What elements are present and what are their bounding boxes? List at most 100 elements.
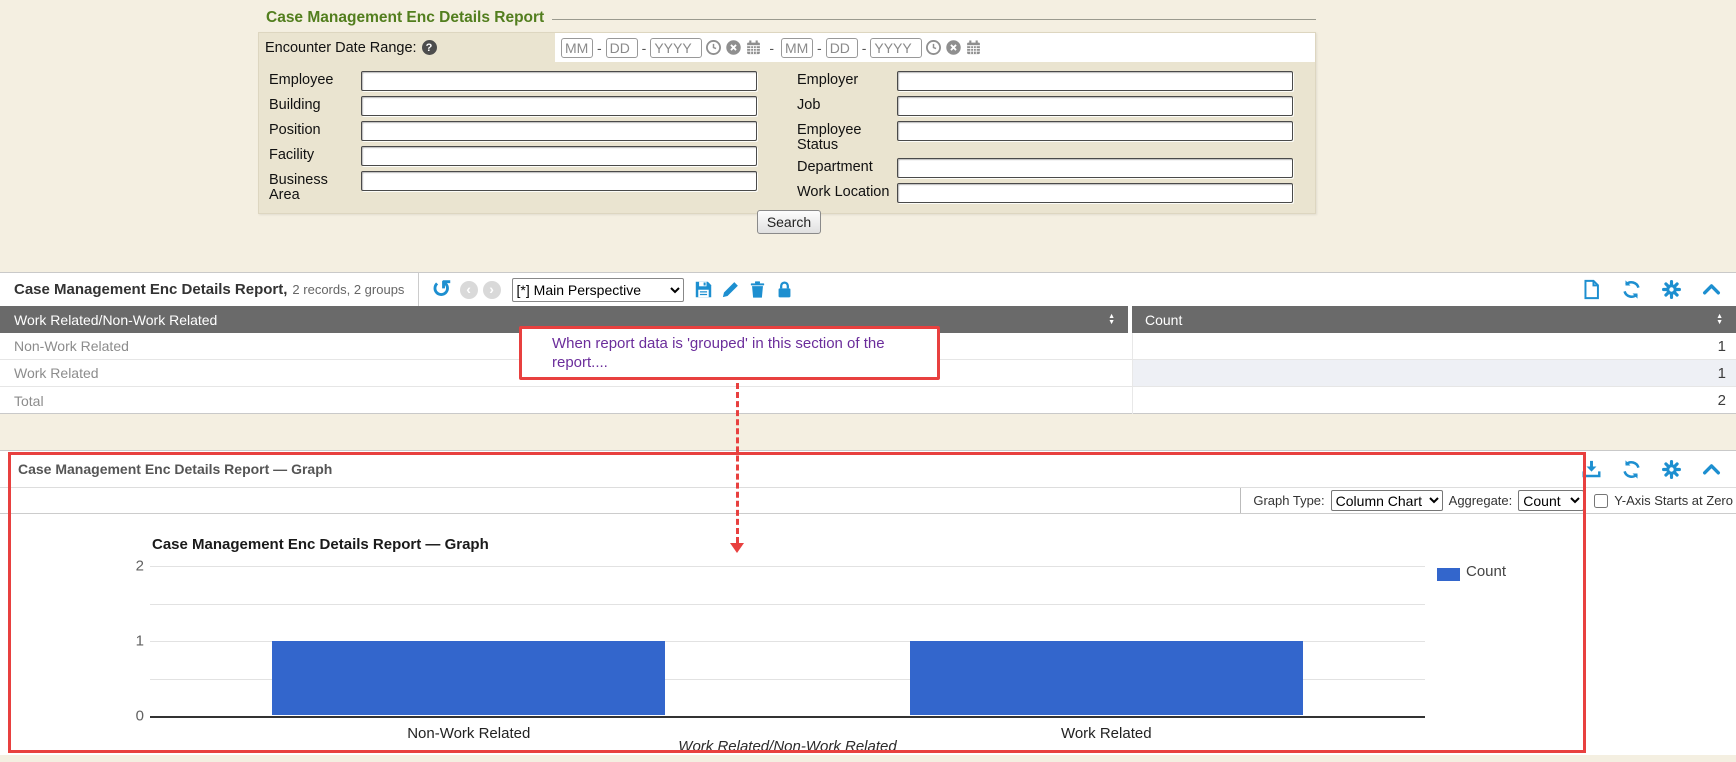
delete-icon[interactable] bbox=[748, 280, 767, 299]
employee-status-label: Employee Status bbox=[797, 121, 897, 153]
column-header-count-label: Count bbox=[1145, 312, 1182, 328]
annotation-arrowhead-icon bbox=[730, 543, 744, 553]
date-dash: - bbox=[596, 40, 603, 56]
column-header-count[interactable]: Count ▲▼ bbox=[1132, 306, 1736, 333]
sort-icon[interactable]: ▲▼ bbox=[1108, 314, 1115, 326]
collapse-chevron-icon[interactable] bbox=[1701, 279, 1722, 300]
date-inputs-zone: - - - - - bbox=[555, 33, 1315, 62]
sort-icon[interactable]: ▲▼ bbox=[1716, 314, 1723, 326]
end-clear-icon[interactable] bbox=[945, 39, 962, 56]
graph-controls-group: Graph Type: Column Chart Aggregate: Coun… bbox=[1240, 488, 1733, 513]
end-year-input[interactable] bbox=[870, 38, 922, 58]
record-summary: 2 records, 2 groups bbox=[292, 282, 404, 297]
chart-bar bbox=[272, 641, 665, 715]
end-time-icon[interactable] bbox=[925, 39, 942, 56]
graph-controls-bar: Graph Type: Column Chart Aggregate: Coun… bbox=[0, 488, 1736, 514]
row-label: Total bbox=[0, 387, 1128, 414]
form-title: Case Management Enc Details Report bbox=[266, 9, 544, 27]
edit-icon[interactable] bbox=[721, 280, 740, 299]
facility-input[interactable] bbox=[361, 146, 757, 166]
business-area-input[interactable] bbox=[361, 171, 757, 191]
chart-bar bbox=[910, 641, 1303, 715]
fields-area: Employee Building Position Facility Busi… bbox=[259, 62, 1315, 213]
date-dash: - bbox=[641, 40, 648, 56]
work-location-input[interactable] bbox=[897, 183, 1293, 203]
gridline bbox=[150, 604, 1425, 605]
y-axis-zero-checkbox[interactable] bbox=[1594, 494, 1608, 508]
end-month-input[interactable] bbox=[781, 38, 813, 58]
refresh-icon[interactable] bbox=[1621, 279, 1642, 300]
aggregate-select[interactable]: Count bbox=[1518, 490, 1584, 511]
prev-icon[interactable]: ‹ bbox=[460, 281, 478, 299]
department-input[interactable] bbox=[897, 158, 1293, 178]
toolbar-divider bbox=[418, 273, 419, 306]
legend-divider bbox=[552, 19, 1316, 20]
graph-type-label: Graph Type: bbox=[1253, 493, 1324, 508]
next-icon[interactable]: › bbox=[483, 281, 501, 299]
report-toolbar: Case Management Enc Details Report, 2 re… bbox=[0, 273, 1736, 306]
facility-label: Facility bbox=[269, 146, 361, 163]
end-day-input[interactable] bbox=[826, 38, 858, 58]
job-input[interactable] bbox=[897, 96, 1293, 116]
undo-icon[interactable]: ↺ bbox=[431, 280, 451, 300]
position-label: Position bbox=[269, 121, 361, 138]
download-icon[interactable] bbox=[1581, 459, 1602, 480]
row-count: 2 bbox=[1132, 387, 1736, 414]
export-file-icon[interactable] bbox=[1581, 279, 1602, 300]
position-input[interactable] bbox=[361, 121, 757, 141]
start-time-icon[interactable] bbox=[705, 39, 722, 56]
form-box: Encounter Date Range: ? - - - - - bbox=[258, 32, 1316, 214]
legend-swatch bbox=[1437, 568, 1460, 581]
fields-column-right: Employer Job Employee Status Department … bbox=[797, 71, 1293, 203]
refresh-icon[interactable] bbox=[1621, 459, 1642, 480]
row-count: 1 bbox=[1132, 360, 1736, 386]
sort-down-icon: ▼ bbox=[1108, 320, 1115, 326]
chart-title: Case Management Enc Details Report — Gra… bbox=[152, 536, 489, 553]
start-calendar-icon[interactable] bbox=[745, 39, 762, 56]
graph-type-select[interactable]: Column Chart bbox=[1331, 490, 1443, 511]
save-icon[interactable] bbox=[694, 280, 713, 299]
fields-column-left: Employee Building Position Facility Busi… bbox=[269, 71, 757, 203]
end-calendar-icon[interactable] bbox=[965, 39, 982, 56]
annotation-arrow bbox=[736, 383, 739, 543]
chart-x-axis-title: Work Related/Non-Work Related bbox=[150, 738, 1425, 755]
aggregate-label: Aggregate: bbox=[1449, 493, 1513, 508]
column-header-group-label: Work Related/Non-Work Related bbox=[14, 312, 217, 328]
settings-gear-icon[interactable] bbox=[1661, 459, 1682, 480]
form-legend: Case Management Enc Details Report bbox=[258, 6, 1316, 30]
job-label: Job bbox=[797, 96, 897, 113]
report-title: Case Management Enc Details Report, bbox=[14, 281, 287, 298]
y-axis-tick: 0 bbox=[116, 708, 144, 725]
employer-input[interactable] bbox=[897, 71, 1293, 91]
date-range-label-zone: Encounter Date Range: ? bbox=[259, 33, 555, 62]
employee-label: Employee bbox=[269, 71, 361, 88]
graph-panel-title: Case Management Enc Details Report — Gra… bbox=[0, 461, 332, 477]
employee-status-input[interactable] bbox=[897, 121, 1293, 141]
page: Case Management Enc Details Report Encou… bbox=[0, 0, 1736, 762]
help-icon[interactable]: ? bbox=[422, 40, 437, 55]
building-input[interactable] bbox=[361, 96, 757, 116]
graph-panel-header: Case Management Enc Details Report — Gra… bbox=[0, 451, 1736, 488]
work-location-label: Work Location bbox=[797, 183, 897, 200]
search-button[interactable]: Search bbox=[757, 210, 821, 234]
perspective-select[interactable]: [*] Main Perspective bbox=[512, 278, 684, 302]
report-panel-actions bbox=[1581, 279, 1736, 300]
business-area-label: Business Area bbox=[269, 171, 361, 203]
date-dash: - bbox=[861, 40, 868, 56]
y-axis-zero-label: Y-Axis Starts at Zero bbox=[1614, 493, 1733, 508]
annotation-box: When report data is 'grouped' in this se… bbox=[519, 326, 940, 380]
start-year-input[interactable] bbox=[650, 38, 702, 58]
row-count: 1 bbox=[1132, 333, 1736, 359]
settings-gear-icon[interactable] bbox=[1661, 279, 1682, 300]
start-clear-icon[interactable] bbox=[725, 39, 742, 56]
start-day-input[interactable] bbox=[606, 38, 638, 58]
table-row-total[interactable]: Total 2 bbox=[0, 387, 1736, 414]
collapse-chevron-icon[interactable] bbox=[1701, 459, 1722, 480]
y-axis-tick: 2 bbox=[116, 558, 144, 575]
lock-icon[interactable] bbox=[775, 280, 794, 299]
search-form: Case Management Enc Details Report Encou… bbox=[258, 6, 1316, 214]
annotation-text-line2: report.... bbox=[552, 353, 929, 372]
start-month-input[interactable] bbox=[561, 38, 593, 58]
employee-input[interactable] bbox=[361, 71, 757, 91]
annotation-text-line1: When report data is 'grouped' in this se… bbox=[552, 334, 929, 353]
